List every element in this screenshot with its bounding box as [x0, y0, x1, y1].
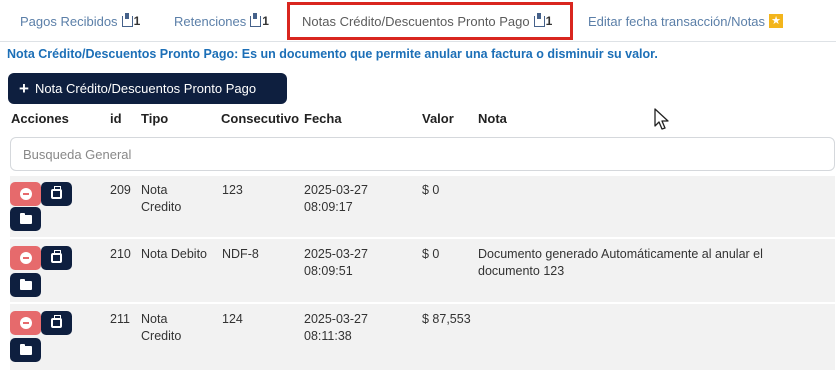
plus-icon: +	[19, 79, 29, 98]
tab-count: 1	[133, 14, 141, 28]
tab-count-icon	[121, 12, 133, 27]
tab-label: Retenciones	[174, 13, 247, 29]
delete-icon	[19, 317, 32, 329]
folder-button[interactable]	[10, 338, 41, 362]
cell-id: 209	[110, 183, 131, 197]
cell-id: 210	[110, 247, 131, 261]
folder-icon	[19, 343, 32, 355]
tab-count: 1	[262, 14, 269, 28]
print-button[interactable]	[41, 311, 72, 335]
cell-valor: $ 0	[422, 247, 440, 261]
delete-icon	[19, 188, 32, 200]
cell-nota: Documento generado Automáticamente al an…	[478, 247, 763, 278]
cell-valor: $ 0	[422, 183, 440, 197]
cell-fecha-date: 2025-03-27	[304, 312, 368, 326]
delete-button[interactable]	[10, 246, 41, 270]
header-consecutivo[interactable]: Consecutivo	[221, 111, 299, 126]
folder-button[interactable]	[10, 207, 41, 231]
cell-tipo: Nota Debito	[141, 247, 208, 261]
cell-fecha-time: 08:09:17	[304, 200, 353, 214]
row-divider	[10, 237, 835, 239]
cell-fecha-time: 08:09:51	[304, 264, 353, 278]
print-button[interactable]	[41, 246, 72, 270]
cell-fecha-date: 2025-03-27	[304, 183, 368, 197]
add-button-label: Nota Crédito/Descuentos Pronto Pago	[34, 81, 257, 96]
cell-fecha-time: 08:11:38	[304, 329, 352, 343]
header-id[interactable]: id	[110, 111, 122, 126]
tab-bar: Pagos Recibidos 1 Retenciones 1 Notas Cr…	[0, 0, 836, 42]
folder-button[interactable]	[10, 273, 41, 297]
header-acciones[interactable]: Acciones	[11, 111, 69, 126]
cell-consecutivo: 124	[222, 312, 243, 326]
tab-label: Pagos Recibidos	[20, 13, 118, 29]
cell-tipo: Nota Credito	[141, 183, 182, 214]
tab-label: Notas Crédito/Descuentos Pronto Pago	[302, 13, 530, 29]
delete-button[interactable]	[10, 311, 41, 335]
folder-icon	[19, 212, 32, 224]
header-fecha[interactable]: Fecha	[304, 111, 342, 126]
tab-label: Editar fecha transacción/Notas	[588, 13, 766, 29]
cell-tipo: Nota Credito	[141, 312, 182, 343]
cell-consecutivo: NDF-8	[222, 247, 259, 261]
print-icon	[51, 186, 62, 199]
tab-count: 1	[545, 14, 553, 28]
delete-icon	[19, 252, 32, 264]
tab-retenciones[interactable]: Retenciones 1	[174, 0, 269, 42]
tab-editar-fecha[interactable]: Editar fecha transacción/Notas ★	[588, 0, 784, 42]
print-icon	[51, 250, 62, 263]
search-input[interactable]	[10, 137, 835, 171]
mouse-cursor-icon	[654, 108, 669, 130]
header-tipo[interactable]: Tipo	[141, 111, 168, 126]
description-text: Nota Crédito/Descuentos Pronto Pago: Es …	[7, 47, 658, 61]
cell-fecha-date: 2025-03-27	[304, 247, 368, 261]
print-button[interactable]	[41, 182, 72, 206]
folder-icon	[19, 278, 32, 290]
tab-pagos-recibidos[interactable]: Pagos Recibidos 1	[20, 0, 140, 42]
star-icon: ★	[769, 14, 784, 28]
add-credit-note-button[interactable]: + Nota Crédito/Descuentos Pronto Pago	[8, 73, 287, 104]
tab-count-icon	[533, 12, 545, 27]
header-nota[interactable]: Nota	[478, 111, 507, 126]
tab-count-icon	[250, 12, 262, 27]
tab-notas-credito[interactable]: Notas Crédito/Descuentos Pronto Pago 1	[287, 2, 573, 40]
delete-button[interactable]	[10, 182, 41, 206]
cell-valor: $ 87,553	[422, 312, 471, 326]
cell-consecutivo: 123	[222, 183, 243, 197]
header-valor[interactable]: Valor	[422, 111, 454, 126]
cell-id: 211	[110, 312, 130, 326]
row-divider	[10, 302, 835, 304]
print-icon	[51, 315, 62, 328]
